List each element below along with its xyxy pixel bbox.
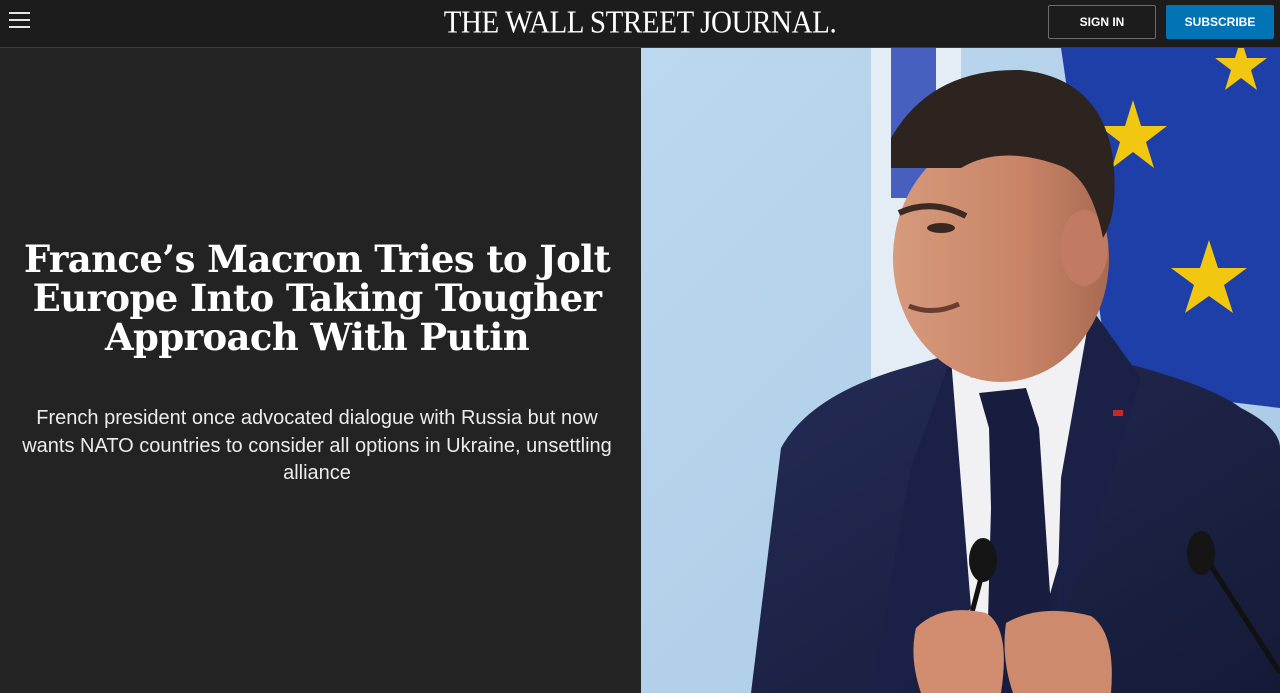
article-headline[interactable]: France’s Macron Tries to Jolt Europe Int… xyxy=(20,240,614,357)
microphone-right xyxy=(1187,531,1215,575)
right-fist xyxy=(1004,610,1112,693)
left-fist xyxy=(913,610,1004,693)
article-dek: French president once advocated dialogue… xyxy=(22,407,612,484)
subscribe-button[interactable]: SUBSCRIBE xyxy=(1166,5,1274,39)
logo-link[interactable]: THE WALL STREET JOURNAL. xyxy=(444,6,837,41)
macron-photo-illustration xyxy=(641,48,1280,693)
microphone-left xyxy=(969,538,997,582)
site-header: THE WALL STREET JOURNAL. SIGN IN SUBSCRI… xyxy=(0,0,1280,48)
headline-panel: France’s Macron Tries to Jolt Europe Int… xyxy=(0,48,641,693)
hamburger-menu-icon[interactable] xyxy=(9,11,31,29)
eye xyxy=(927,223,955,233)
lapel-pin xyxy=(1113,410,1123,416)
sign-in-button[interactable]: SIGN IN xyxy=(1048,5,1156,39)
article-photo[interactable] xyxy=(641,48,1280,693)
